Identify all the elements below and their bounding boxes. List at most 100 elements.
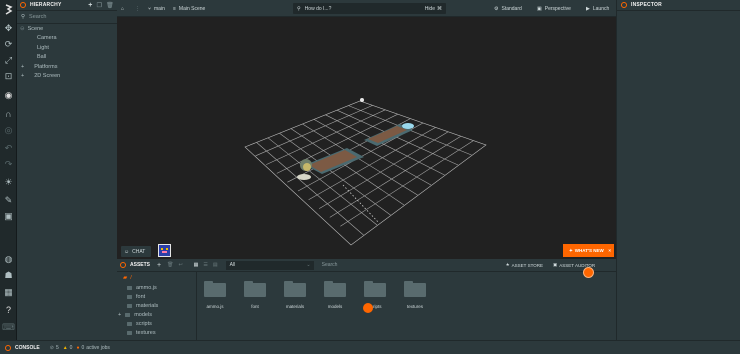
branch-button[interactable]: ⑂ main bbox=[148, 3, 165, 14]
add-entity-icon[interactable]: + bbox=[88, 2, 92, 9]
tutorial-hint-dot[interactable] bbox=[583, 267, 594, 278]
expand-plus-icon[interactable]: + bbox=[118, 312, 121, 318]
help-search-input[interactable]: How do I...? bbox=[305, 6, 332, 12]
inspector-panel: INSPECTOR bbox=[616, 0, 740, 340]
left-toolbar: ✥ ⟳ ⤢ ⊡ ◉ ∩ ◎ ↶ ↷ ☀ ✎ ▣ ◍ ☗ ▦ ? ⌨ ⚙ bbox=[0, 0, 17, 354]
asset-tree-root[interactable]: ▰ / bbox=[123, 273, 132, 283]
megaphone-icon: ✦ bbox=[569, 247, 573, 253]
asset-search[interactable]: Search bbox=[318, 261, 496, 270]
folder-label[interactable]: scripts bbox=[355, 304, 395, 309]
folder-icon[interactable] bbox=[404, 281, 426, 297]
expand-icon[interactable]: ⊖ bbox=[20, 26, 25, 32]
folder-icon[interactable] bbox=[244, 281, 266, 297]
publish-icon[interactable]: ▣ bbox=[0, 209, 17, 223]
help-search-bar[interactable]: ⚲ How do I...? Hide ⌘ bbox=[293, 3, 446, 14]
folder-label[interactable]: ammo.js bbox=[195, 304, 235, 309]
scale-tool-icon[interactable]: ⤢ bbox=[0, 53, 17, 67]
undo-icon[interactable]: ↶ bbox=[0, 141, 17, 155]
code-editor-icon[interactable]: ✎ bbox=[0, 193, 17, 207]
folder-label[interactable]: models bbox=[315, 304, 355, 309]
resize-tool-icon[interactable]: ⊡ bbox=[0, 69, 17, 83]
chevron-down-icon: ⌄ bbox=[306, 262, 311, 268]
inspector-header[interactable]: INSPECTOR bbox=[617, 0, 740, 11]
detail-view-icon[interactable]: ▤ bbox=[213, 262, 218, 268]
grid-settings-icon[interactable]: ▦ bbox=[0, 285, 17, 299]
whats-new-label: WHAT'S NEW bbox=[574, 248, 604, 253]
folder-label[interactable]: materials bbox=[275, 304, 315, 309]
hierarchy-header[interactable]: HIERARCHY + ❐ 🗑 bbox=[17, 0, 117, 11]
folder-icon[interactable] bbox=[364, 281, 386, 297]
expand-plus-icon[interactable]: + bbox=[21, 73, 24, 79]
close-icon[interactable]: × bbox=[608, 248, 611, 253]
list-view-icon[interactable]: ☰ bbox=[203, 262, 207, 268]
folder-icon bbox=[127, 303, 132, 308]
move-tool-icon[interactable]: ✥ bbox=[0, 21, 17, 35]
playcanvas-logo-icon[interactable] bbox=[0, 2, 17, 16]
tree-item-platforms[interactable]: + Platforms bbox=[17, 62, 117, 72]
asset-store-button[interactable]: ★ ASSET STORE bbox=[506, 262, 543, 268]
discord-icon[interactable]: ☗ bbox=[0, 268, 17, 282]
tree-item-camera[interactable]: Camera bbox=[17, 34, 117, 44]
hierarchy-search[interactable]: ⚲ Search bbox=[17, 11, 117, 23]
hierarchy-search-input[interactable]: Search bbox=[29, 14, 46, 20]
asset-tree-label: ammo.js bbox=[136, 284, 157, 291]
grid-view-icon[interactable]: ▦ bbox=[194, 262, 199, 268]
github-icon[interactable]: ◍ bbox=[0, 252, 17, 266]
warning-icon: ▲ bbox=[62, 344, 68, 351]
launch-button[interactable]: ▶ Launch bbox=[586, 3, 609, 14]
folder-icon[interactable] bbox=[324, 281, 346, 297]
camera-mode-icon: ⚙ bbox=[494, 5, 499, 12]
lightmapper-icon[interactable]: ☀ bbox=[0, 175, 17, 189]
user-avatar[interactable] bbox=[158, 244, 171, 257]
scene-viewport[interactable]: ☺ CHAT ✦ WHAT'S NEW × bbox=[117, 17, 616, 259]
goal-disc[interactable] bbox=[402, 123, 414, 129]
assets-header: ASSETS + 🗑 ↩ ▦ ☰ ▤ All ⌄ Search ★ ASSET … bbox=[117, 259, 616, 272]
standard-button[interactable]: ⚙ Standard bbox=[494, 3, 522, 14]
world-space-icon[interactable]: ◉ bbox=[0, 88, 17, 102]
asset-search-input[interactable]: Search bbox=[322, 262, 338, 268]
back-arrow-icon[interactable]: ↩ bbox=[178, 262, 182, 268]
tutorial-hint-dot[interactable] bbox=[363, 303, 373, 313]
delete-icon[interactable]: 🗑 bbox=[106, 2, 114, 9]
tree-item-label: 2D Screen bbox=[34, 73, 61, 80]
focus-eye-icon[interactable]: ◎ bbox=[0, 123, 17, 137]
folder-icon bbox=[127, 321, 132, 326]
perspective-label: Perspective bbox=[544, 5, 571, 12]
scene-label: Main Scene bbox=[178, 5, 206, 12]
hide-label[interactable]: Hide bbox=[425, 6, 435, 12]
folder-icon[interactable] bbox=[204, 281, 226, 297]
redo-icon[interactable]: ↷ bbox=[0, 157, 17, 171]
expand-plus-icon[interactable]: + bbox=[21, 64, 24, 70]
scene-button[interactable]: ≡ Main Scene bbox=[173, 3, 205, 14]
folder-label[interactable]: font bbox=[235, 304, 275, 309]
perspective-button[interactable]: ▣ Perspective bbox=[537, 3, 571, 14]
home-button[interactable]: ⌂ bbox=[121, 3, 124, 14]
tree-item-light[interactable]: Light bbox=[17, 43, 117, 53]
snap-magnet-icon[interactable]: ∩ bbox=[0, 107, 17, 121]
standard-label: Standard bbox=[501, 5, 522, 12]
add-asset-icon[interactable]: + bbox=[157, 262, 161, 269]
delete-asset-icon[interactable]: 🗑 bbox=[167, 262, 173, 268]
folder-icon bbox=[127, 330, 132, 335]
asset-tree-label: materials bbox=[136, 302, 159, 309]
tree-item-scene[interactable]: ⊖ Scene bbox=[17, 24, 117, 34]
duplicate-icon[interactable]: ❐ bbox=[97, 2, 103, 9]
asset-tree-item[interactable]: textures bbox=[127, 328, 156, 338]
menu-button[interactable]: ⋮ bbox=[135, 3, 140, 14]
hotkeys-icon[interactable]: ⌨ bbox=[0, 320, 17, 334]
help-icon[interactable]: ? bbox=[0, 303, 17, 317]
chat-button[interactable]: ☺ CHAT bbox=[121, 246, 151, 257]
camera-icon: ▣ bbox=[537, 5, 542, 12]
rotate-tool-icon[interactable]: ⟳ bbox=[0, 37, 17, 51]
light-gizmo-icon[interactable] bbox=[360, 98, 364, 102]
folder-label[interactable]: textures bbox=[395, 304, 435, 309]
tree-item-2d-screen[interactable]: + 2D Screen bbox=[17, 72, 117, 82]
tree-item-ball[interactable]: Ball bbox=[17, 53, 117, 63]
asset-tree-root-label: / bbox=[130, 274, 132, 281]
whats-new-button[interactable]: ✦ WHAT'S NEW × bbox=[563, 244, 614, 257]
jobs-count: 0 bbox=[81, 344, 85, 351]
asset-filter-select[interactable]: All ⌄ bbox=[225, 260, 314, 270]
platform-1[interactable] bbox=[305, 148, 364, 174]
folder-icon[interactable] bbox=[284, 281, 306, 297]
console-title[interactable]: CONSOLE bbox=[15, 345, 40, 351]
